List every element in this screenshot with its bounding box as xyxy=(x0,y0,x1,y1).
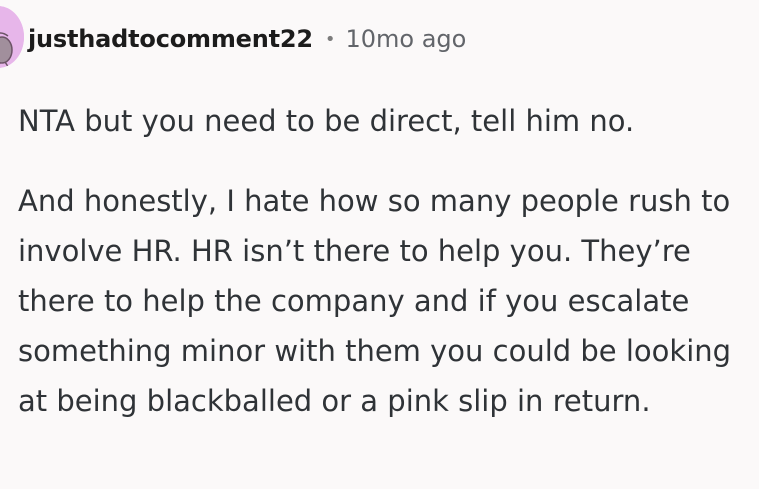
comment-body: NTA but you need to be direct, tell him … xyxy=(18,96,753,426)
comment-paragraph: NTA but you need to be direct, tell him … xyxy=(18,104,635,138)
avatar[interactable] xyxy=(0,6,24,68)
username-link[interactable]: justhadtocomment22 xyxy=(28,25,313,53)
timestamp[interactable]: 10mo ago xyxy=(345,25,466,53)
comment-card: justhadtocomment22 • 10mo ago NTA but yo… xyxy=(0,0,759,489)
comment-meta: justhadtocomment22 • 10mo ago xyxy=(28,22,466,56)
comment-paragraph: And honestly, I hate how so many people … xyxy=(18,184,732,418)
separator-dot: • xyxy=(324,28,336,50)
user-avatar-icon xyxy=(0,6,24,68)
